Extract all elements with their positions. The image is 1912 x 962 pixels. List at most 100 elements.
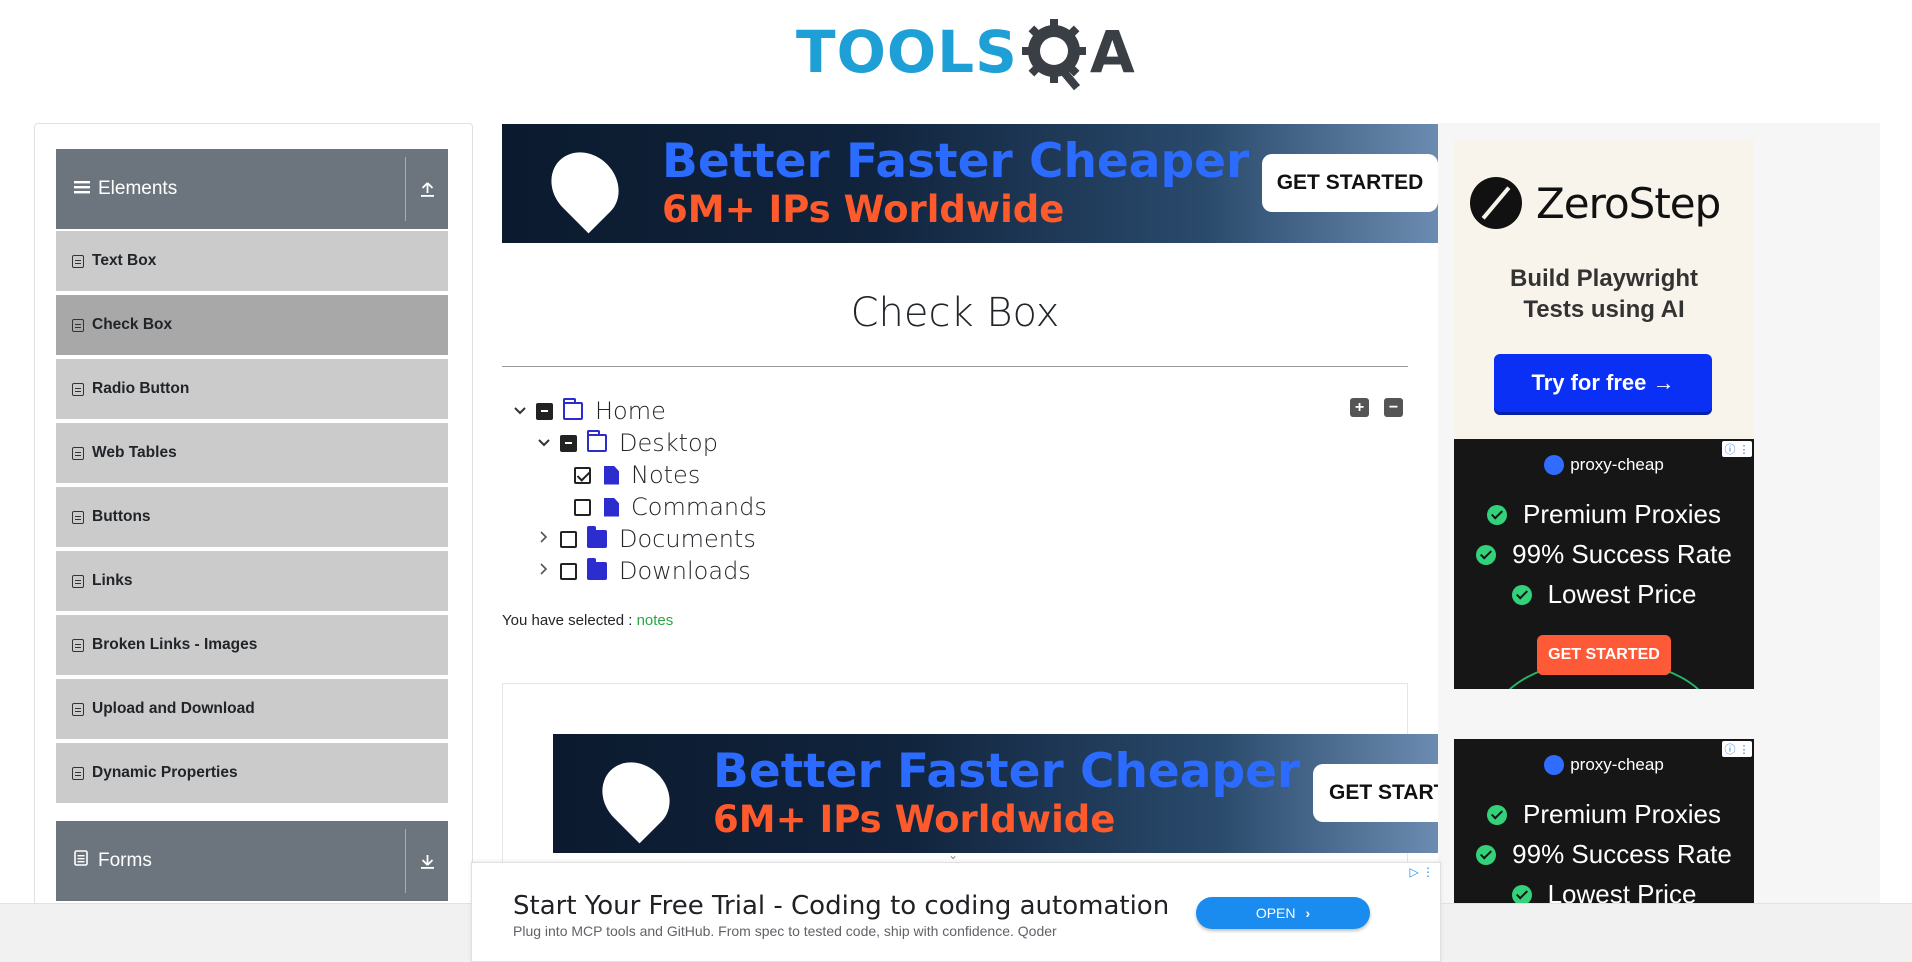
sidebar-item-label: Check Box	[92, 316, 173, 333]
tree-label-notes[interactable]: Notes	[631, 461, 700, 489]
sidebar-item-label: Dynamic Properties	[92, 764, 238, 781]
folder-icon	[587, 526, 607, 548]
html5-icon	[72, 574, 84, 588]
group-header-forms[interactable]: Forms	[56, 821, 448, 901]
folder-icon	[587, 558, 607, 580]
sidebar-item-upload-download[interactable]: Upload and Download	[56, 679, 448, 741]
proxy-feature-label: Premium Proxies	[1523, 499, 1721, 529]
proxy-cheap-logo-icon	[1544, 455, 1565, 475]
zerostep-ad[interactable]: ZeroStep Build Playwright Tests using AI…	[1454, 139, 1754, 440]
html5-icon	[72, 702, 84, 716]
html5-icon	[72, 254, 84, 268]
page-title: Check Box	[850, 290, 1060, 336]
checkbox-home[interactable]	[536, 402, 553, 420]
proxy-feature: Lowest Price	[1454, 579, 1754, 610]
sidebar-item-label: Broken Links - Images	[92, 636, 258, 653]
proxy-cheap-header: proxy-cheap	[1454, 455, 1754, 475]
chevron-down-icon[interactable]: ⌄	[948, 848, 958, 862]
sidebar-item-label: Web Tables	[92, 444, 177, 461]
upload-icon[interactable]	[406, 181, 448, 197]
proxy-cheap-header: proxy-cheap	[1454, 755, 1754, 775]
proxy-get-started-button[interactable]: GET STARTED	[1537, 635, 1671, 675]
chevron-right-icon[interactable]	[532, 530, 556, 548]
sidebar-item-radio-button[interactable]: Radio Button	[56, 359, 448, 421]
tree-label-desktop[interactable]: Desktop	[619, 429, 718, 457]
ad-cta-button[interactable]: GET START	[1313, 764, 1438, 822]
form-icon	[74, 850, 92, 872]
proxy-cheap-logo-icon	[1544, 755, 1565, 775]
proxy-feature-label: 99% Success Rate	[1512, 839, 1732, 869]
chevron-right-icon[interactable]	[532, 562, 556, 580]
sidebar-item-label: Radio Button	[92, 380, 190, 397]
try-for-free-button[interactable]: Try for free →	[1494, 354, 1712, 412]
check-circle-icon	[1487, 504, 1508, 525]
sidebar-item-text-box[interactable]: Text Box	[56, 231, 448, 293]
chevron-right-icon: ›	[1305, 905, 1311, 921]
elements-menu: Text Box Check Box Radio Button Web Tabl…	[56, 231, 448, 807]
check-circle-icon	[1487, 804, 1508, 825]
proxy-feature-label: 99% Success Rate	[1512, 539, 1732, 569]
proxy-cheap-ad-2[interactable]: ⓘ ⋮ proxy-cheap Premium Proxies 99% Succ…	[1454, 739, 1754, 903]
sidebar-item-label: Text Box	[92, 252, 157, 269]
tree-label-home[interactable]: Home	[595, 397, 666, 425]
group-label-forms: Forms	[98, 850, 152, 871]
html5-icon	[72, 638, 84, 652]
group-label-elements: Elements	[98, 178, 178, 199]
zerostep-subtitle-line2: Tests using AI	[1523, 296, 1685, 323]
file-icon	[604, 497, 619, 517]
sidebar-item-broken-links[interactable]: Broken Links - Images	[56, 615, 448, 677]
sidebar-item-label: Buttons	[92, 508, 151, 525]
chevron-down-icon[interactable]	[508, 403, 532, 420]
toolsqa-logo[interactable]: TOOLS A	[796, 14, 1135, 91]
checkbox-downloads[interactable]	[560, 562, 577, 580]
html5-icon	[72, 766, 84, 780]
group-header-elements[interactable]: Elements	[56, 149, 448, 229]
selection-result: You have selected : notes	[502, 612, 673, 629]
proxy-cheap-brand: proxy-cheap	[1570, 755, 1664, 774]
tree-label-commands[interactable]: Commands	[631, 493, 767, 521]
html5-icon	[72, 446, 84, 460]
check-circle-icon	[1511, 884, 1532, 903]
open-button-label: OPEN	[1255, 905, 1296, 921]
top-ad-banner[interactable]: Better Faster Cheaper 6M+ IPs Worldwide …	[502, 124, 1438, 243]
zerostep-subtitle-line1: Build Playwright	[1509, 265, 1698, 292]
sidebar-item-check-box[interactable]: Check Box	[56, 295, 448, 357]
sidebar-item-links[interactable]: Links	[56, 551, 448, 613]
proxy-logo-icon	[537, 138, 633, 234]
proxy-feature-label: Premium Proxies	[1523, 799, 1721, 829]
checkbox-commands[interactable]	[574, 498, 591, 516]
checkbox-notes[interactable]	[574, 466, 591, 484]
sidebar-item-dynamic-properties[interactable]: Dynamic Properties	[56, 743, 448, 805]
check-circle-icon	[1476, 544, 1497, 565]
ad-subline: 6M+ IPs Worldwide	[713, 798, 1116, 841]
chevron-down-icon[interactable]	[532, 435, 556, 452]
gear-magnifier-icon	[1020, 17, 1090, 91]
tree-node-home: Home	[508, 395, 666, 427]
check-circle-icon	[1476, 844, 1497, 865]
logo-text: TOOLS	[796, 18, 1018, 86]
tree-label-documents[interactable]: Documents	[619, 525, 756, 553]
tree-node-downloads: Downloads	[532, 555, 751, 587]
mid-ad-banner[interactable]: Better Faster Cheaper 6M+ IPs Worldwide …	[553, 734, 1438, 853]
checkbox-documents[interactable]	[560, 530, 577, 548]
bottom-ad-open-button[interactable]: OPEN ›	[1196, 897, 1370, 929]
zerostep-logo-icon	[1470, 177, 1522, 229]
expand-all-button[interactable]: +	[1350, 398, 1369, 417]
proxy-cheap-ad-1[interactable]: ⓘ ⋮ proxy-cheap Premium Proxies 99% Succ…	[1454, 439, 1754, 689]
adchoices-icon[interactable]: ▷ ⋮	[1409, 865, 1434, 879]
tree-node-documents: Documents	[532, 523, 756, 555]
zerostep-subtitle: Build Playwright Tests using AI	[1454, 263, 1754, 325]
sidebar-item-web-tables[interactable]: Web Tables	[56, 423, 448, 485]
tree-label-downloads[interactable]: Downloads	[619, 557, 751, 585]
folder-open-icon	[563, 398, 583, 420]
checkbox-desktop[interactable]	[560, 434, 577, 452]
title-divider	[502, 366, 1408, 367]
download-icon[interactable]	[406, 853, 448, 869]
ad-cta-button[interactable]: GET STARTED	[1262, 154, 1438, 212]
sidebar-item-buttons[interactable]: Buttons	[56, 487, 448, 549]
bottom-sticky-ad[interactable]: ▷ ⋮ Start Your Free Trial - Coding to co…	[471, 862, 1441, 962]
proxy-feature: 99% Success Rate	[1454, 539, 1754, 570]
proxy-cheap-brand: proxy-cheap	[1570, 455, 1664, 474]
collapse-all-button[interactable]: −	[1384, 398, 1403, 417]
left-sidebar: Elements Text Box Check Box Radio Button…	[34, 123, 473, 962]
